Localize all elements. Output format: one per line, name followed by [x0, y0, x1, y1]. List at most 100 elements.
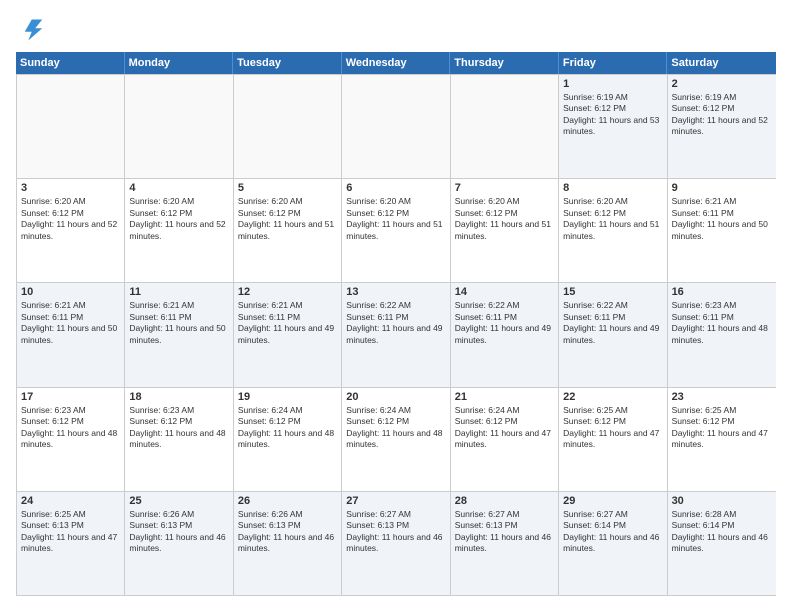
- cell-info: Sunrise: 6:26 AM Sunset: 6:13 PM Dayligh…: [129, 509, 228, 555]
- calendar-cell: 28 Sunrise: 6:27 AM Sunset: 6:13 PM Dayli…: [451, 492, 559, 595]
- calendar-body: 1 Sunrise: 6:19 AM Sunset: 6:12 PM Daylig…: [16, 74, 776, 596]
- day-number: 23: [672, 391, 772, 403]
- day-number: 15: [563, 286, 662, 298]
- calendar: Sunday Monday Tuesday Wednesday Thursday…: [16, 52, 776, 596]
- cell-info: Sunrise: 6:27 AM Sunset: 6:13 PM Dayligh…: [455, 509, 554, 555]
- cell-info: Sunrise: 6:20 AM Sunset: 6:12 PM Dayligh…: [129, 196, 228, 242]
- cell-info: Sunrise: 6:25 AM Sunset: 6:13 PM Dayligh…: [21, 509, 120, 555]
- day-number: 1: [563, 78, 662, 90]
- day-number: 5: [238, 182, 337, 194]
- cell-info: Sunrise: 6:20 AM Sunset: 6:12 PM Dayligh…: [346, 196, 445, 242]
- cell-info: Sunrise: 6:28 AM Sunset: 6:14 PM Dayligh…: [672, 509, 772, 555]
- calendar-row-4: 24 Sunrise: 6:25 AM Sunset: 6:13 PM Dayli…: [17, 491, 776, 595]
- day-number: 3: [21, 182, 120, 194]
- calendar-cell: 14Sunrise: 6:22 AM Sunset: 6:11 PM Dayli…: [451, 283, 559, 386]
- calendar-cell: 18 Sunrise: 6:23 AM Sunset: 6:12 PM Dayli…: [125, 388, 233, 491]
- cell-info: Sunrise: 6:23 AM Sunset: 6:12 PM Dayligh…: [129, 405, 228, 451]
- calendar-cell: 5Sunrise: 6:20 AM Sunset: 6:12 PM Daylig…: [234, 179, 342, 282]
- cell-info: Sunrise: 6:24 AM Sunset: 6:12 PM Dayligh…: [455, 405, 554, 451]
- cell-info: Sunrise: 6:20 AM Sunset: 6:12 PM Dayligh…: [455, 196, 554, 242]
- cell-info: Sunrise: 6:20 AM Sunset: 6:12 PM Dayligh…: [21, 196, 120, 242]
- cell-info: Sunrise: 6:21 AM Sunset: 6:11 PM Dayligh…: [21, 300, 120, 346]
- day-number: 24: [21, 495, 120, 507]
- calendar-cell: 16 Sunrise: 6:23 AM Sunset: 6:11 PM Dayli…: [668, 283, 776, 386]
- calendar-cell: 25Sunrise: 6:26 AM Sunset: 6:13 PM Dayli…: [125, 492, 233, 595]
- calendar-cell: 10 Sunrise: 6:21 AM Sunset: 6:11 PM Dayli…: [17, 283, 125, 386]
- calendar-cell: 9 Sunrise: 6:21 AM Sunset: 6:11 PM Daylig…: [668, 179, 776, 282]
- day-number: 6: [346, 182, 445, 194]
- header-tuesday: Tuesday: [233, 52, 342, 74]
- calendar-cell: 1 Sunrise: 6:19 AM Sunset: 6:12 PM Daylig…: [559, 75, 667, 178]
- day-number: 17: [21, 391, 120, 403]
- logo-icon: [16, 16, 44, 44]
- cell-info: Sunrise: 6:19 AM Sunset: 6:12 PM Dayligh…: [672, 92, 772, 138]
- cell-info: Sunrise: 6:26 AM Sunset: 6:13 PM Dayligh…: [238, 509, 337, 555]
- day-number: 21: [455, 391, 554, 403]
- cell-info: Sunrise: 6:22 AM Sunset: 6:11 PM Dayligh…: [455, 300, 554, 346]
- day-number: 11: [129, 286, 228, 298]
- header-monday: Monday: [125, 52, 234, 74]
- cell-info: Sunrise: 6:20 AM Sunset: 6:12 PM Dayligh…: [563, 196, 662, 242]
- day-number: 27: [346, 495, 445, 507]
- calendar-cell: 21 Sunrise: 6:24 AM Sunset: 6:12 PM Dayli…: [451, 388, 559, 491]
- cell-info: Sunrise: 6:25 AM Sunset: 6:12 PM Dayligh…: [563, 405, 662, 451]
- day-number: 9: [672, 182, 772, 194]
- calendar-cell: 22 Sunrise: 6:25 AM Sunset: 6:12 PM Dayli…: [559, 388, 667, 491]
- calendar-cell: 29 Sunrise: 6:27 AM Sunset: 6:14 PM Dayli…: [559, 492, 667, 595]
- calendar-cell: 26 Sunrise: 6:26 AM Sunset: 6:13 PM Dayli…: [234, 492, 342, 595]
- calendar-cell: 12Sunrise: 6:21 AM Sunset: 6:11 PM Dayli…: [234, 283, 342, 386]
- page: Sunday Monday Tuesday Wednesday Thursday…: [0, 0, 792, 612]
- calendar-cell: [451, 75, 559, 178]
- calendar-cell: 13 Sunrise: 6:22 AM Sunset: 6:11 PM Dayli…: [342, 283, 450, 386]
- calendar-cell: 24 Sunrise: 6:25 AM Sunset: 6:13 PM Dayli…: [17, 492, 125, 595]
- day-number: 29: [563, 495, 662, 507]
- day-number: 22: [563, 391, 662, 403]
- day-number: 2: [672, 78, 772, 90]
- calendar-cell: 20 Sunrise: 6:24 AM Sunset: 6:12 PM Dayli…: [342, 388, 450, 491]
- calendar-cell: 2 Sunrise: 6:19 AM Sunset: 6:12 PM Daylig…: [668, 75, 776, 178]
- calendar-cell: 8 Sunrise: 6:20 AM Sunset: 6:12 PM Daylig…: [559, 179, 667, 282]
- calendar-row-2: 10 Sunrise: 6:21 AM Sunset: 6:11 PM Dayli…: [17, 282, 776, 386]
- calendar-cell: 19Sunrise: 6:24 AM Sunset: 6:12 PM Dayli…: [234, 388, 342, 491]
- calendar-cell: 30Sunrise: 6:28 AM Sunset: 6:14 PM Dayli…: [668, 492, 776, 595]
- day-number: 26: [238, 495, 337, 507]
- calendar-cell: [125, 75, 233, 178]
- day-number: 20: [346, 391, 445, 403]
- header-saturday: Saturday: [667, 52, 776, 74]
- calendar-cell: 17Sunrise: 6:23 AM Sunset: 6:12 PM Dayli…: [17, 388, 125, 491]
- header-thursday: Thursday: [450, 52, 559, 74]
- header: [16, 16, 776, 44]
- calendar-cell: 3 Sunrise: 6:20 AM Sunset: 6:12 PM Daylig…: [17, 179, 125, 282]
- calendar-cell: [342, 75, 450, 178]
- calendar-row-3: 17 Sunrise: 6:23 AM Sunset: 6:12 PM Dayli…: [17, 387, 776, 491]
- header-wednesday: Wednesday: [342, 52, 451, 74]
- day-number: 10: [21, 286, 120, 298]
- calendar-cell: [234, 75, 342, 178]
- cell-info: Sunrise: 6:25 AM Sunset: 6:12 PM Dayligh…: [672, 405, 772, 451]
- calendar-cell: 4Sunrise: 6:20 AM Sunset: 6:12 PM Daylig…: [125, 179, 233, 282]
- header-friday: Friday: [559, 52, 668, 74]
- cell-info: Sunrise: 6:27 AM Sunset: 6:14 PM Dayligh…: [563, 509, 662, 555]
- day-number: 8: [563, 182, 662, 194]
- calendar-cell: 23 Sunrise: 6:25 AM Sunset: 6:12 PM Dayli…: [668, 388, 776, 491]
- cell-info: Sunrise: 6:22 AM Sunset: 6:11 PM Dayligh…: [346, 300, 445, 346]
- calendar-cell: 27Sunrise: 6:27 AM Sunset: 6:13 PM Dayli…: [342, 492, 450, 595]
- cell-info: Sunrise: 6:24 AM Sunset: 6:12 PM Dayligh…: [346, 405, 445, 451]
- day-number: 18: [129, 391, 228, 403]
- calendar-cell: 7Sunrise: 6:20 AM Sunset: 6:12 PM Daylig…: [451, 179, 559, 282]
- header-sunday: Sunday: [16, 52, 125, 74]
- calendar-cell: 15Sunrise: 6:22 AM Sunset: 6:11 PM Dayli…: [559, 283, 667, 386]
- calendar-cell: 11 Sunrise: 6:21 AM Sunset: 6:11 PM Dayli…: [125, 283, 233, 386]
- day-number: 28: [455, 495, 554, 507]
- day-number: 19: [238, 391, 337, 403]
- day-number: 13: [346, 286, 445, 298]
- calendar-header: Sunday Monday Tuesday Wednesday Thursday…: [16, 52, 776, 74]
- cell-info: Sunrise: 6:23 AM Sunset: 6:11 PM Dayligh…: [672, 300, 772, 346]
- cell-info: Sunrise: 6:21 AM Sunset: 6:11 PM Dayligh…: [129, 300, 228, 346]
- day-number: 16: [672, 286, 772, 298]
- cell-info: Sunrise: 6:21 AM Sunset: 6:11 PM Dayligh…: [672, 196, 772, 242]
- cell-info: Sunrise: 6:21 AM Sunset: 6:11 PM Dayligh…: [238, 300, 337, 346]
- calendar-cell: 6 Sunrise: 6:20 AM Sunset: 6:12 PM Daylig…: [342, 179, 450, 282]
- logo: [16, 16, 48, 44]
- cell-info: Sunrise: 6:19 AM Sunset: 6:12 PM Dayligh…: [563, 92, 662, 138]
